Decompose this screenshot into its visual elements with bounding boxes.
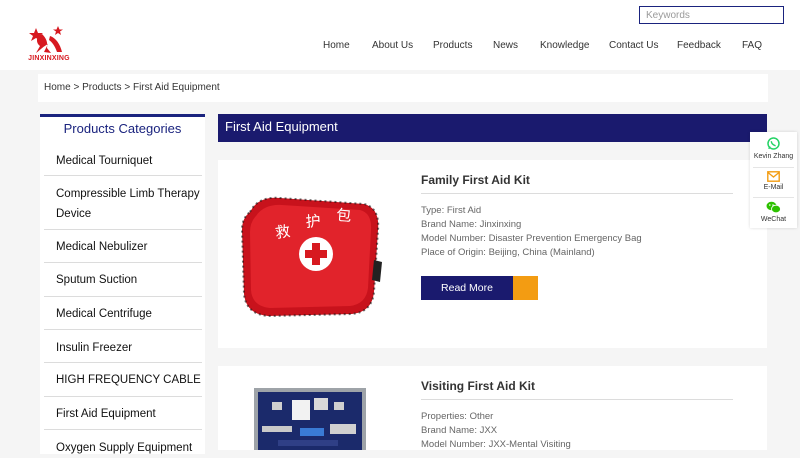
svg-text:包: 包	[336, 206, 352, 225]
category-sidebar: Products Categories Medical Tourniquet C…	[40, 114, 205, 454]
nav-knowledge[interactable]: Knowledge	[540, 40, 589, 51]
contact-wechat[interactable]: WeChat	[750, 200, 797, 226]
breadcrumb-current[interactable]: First Aid Equipment	[133, 82, 220, 93]
section-title: First Aid Equipment	[218, 114, 767, 142]
product-spec: Properties: Other	[421, 411, 494, 422]
sidebar-item-label: Medical Tourniquet	[56, 155, 153, 167]
sidebar-item-label: Medical Centrifuge	[56, 308, 152, 320]
product-card: 救 护 包 Family First Aid Kit Type: First A…	[218, 160, 767, 348]
sidebar-item-label: Sputum Suction	[56, 274, 138, 286]
logo-text: JINXINXING	[28, 55, 70, 62]
breadcrumb-separator: >	[70, 82, 83, 93]
sidebar-item-hf-cable[interactable]: HIGH FREQUENCY CABLE	[44, 363, 202, 397]
sidebar-item-first-aid[interactable]: First Aid Equipment	[44, 397, 202, 430]
product-image-visiting-kit[interactable]	[248, 388, 372, 450]
breadcrumb-products[interactable]: Products	[82, 82, 121, 93]
sidebar-item-label: HIGH FREQUENCY CABLE	[56, 374, 201, 386]
breadcrumb-home[interactable]: Home	[44, 82, 71, 93]
arrow-button[interactable]	[513, 276, 538, 300]
site-header: JINXINXING Home About Us Products News K…	[0, 0, 800, 70]
contact-float-panel: Kevin Zhang E-Mail WeChat	[750, 132, 797, 228]
product-spec: Type: First Aid	[421, 205, 482, 216]
product-spec: Model Number: Disaster Prevention Emerge…	[421, 233, 642, 244]
nav-home[interactable]: Home	[323, 40, 350, 51]
sidebar-item-label: Insulin Freezer	[56, 342, 133, 354]
whatsapp-icon	[767, 137, 780, 150]
sidebar-item-medical-tourniquet[interactable]: Medical Tourniquet	[44, 147, 202, 176]
contact-label: WeChat	[760, 216, 787, 223]
divider	[421, 193, 733, 194]
nav-faq[interactable]: FAQ	[742, 40, 762, 51]
sidebar-item-oxygen-supply[interactable]: Oxygen Supply Equipment	[44, 430, 202, 454]
sidebar-item-nebulizer[interactable]: Medical Nebulizer	[44, 230, 202, 263]
product-spec: Brand Name: Jinxinxing	[421, 219, 522, 230]
product-title[interactable]: Visiting First Aid Kit	[421, 379, 535, 393]
product-spec: Model Number: JXX-Mental Visiting	[421, 439, 571, 450]
sidebar-title: Products Categories	[40, 114, 205, 141]
contact-label: Kevin Zhang	[753, 153, 794, 160]
nav-news[interactable]: News	[493, 40, 518, 51]
product-spec: Place of Origin: Beijing, China (Mainlan…	[421, 247, 595, 258]
contact-email[interactable]: E-Mail	[750, 169, 797, 195]
divider	[753, 167, 794, 168]
divider	[753, 197, 794, 198]
sidebar-item-insulin-freezer[interactable]: Insulin Freezer	[44, 330, 202, 363]
sidebar-item-label: Medical Nebulizer	[56, 241, 148, 253]
search-input[interactable]	[639, 6, 784, 24]
sidebar-item-label: First Aid Equipment	[56, 408, 156, 420]
breadcrumb-separator: >	[121, 82, 133, 93]
nav-feedback[interactable]: Feedback	[677, 40, 721, 51]
read-more-button[interactable]: Read More	[421, 276, 513, 300]
divider	[421, 399, 733, 400]
product-title[interactable]: Family First Aid Kit	[421, 173, 530, 187]
nav-about-us[interactable]: About Us	[372, 40, 413, 51]
sidebar-item-label: Compressible Limb Therapy Device	[56, 188, 200, 220]
sidebar-item-label: Oxygen Supply Equipment	[56, 442, 193, 454]
main-nav: Home About Us Products News Knowledge Co…	[0, 40, 800, 54]
wechat-icon	[766, 201, 781, 214]
svg-text:护: 护	[305, 212, 321, 231]
svg-text:救: 救	[274, 222, 291, 242]
mail-icon	[767, 171, 780, 182]
sidebar-item-compressible-limb[interactable]: Compressible Limb Therapy Device	[44, 176, 202, 230]
contact-label: E-Mail	[763, 184, 784, 191]
sidebar-item-centrifuge[interactable]: Medical Centrifuge	[44, 297, 202, 330]
product-image-first-aid-bag[interactable]: 救 护 包	[236, 190, 384, 320]
nav-contact-us[interactable]: Contact Us	[609, 40, 658, 51]
nav-products[interactable]: Products	[433, 40, 472, 51]
product-card: Visiting First Aid Kit Properties: Other…	[218, 366, 767, 450]
product-spec: Brand Name: JXX	[421, 425, 498, 436]
contact-whatsapp[interactable]: Kevin Zhang	[750, 137, 797, 165]
sidebar-item-sputum-suction[interactable]: Sputum Suction	[44, 263, 202, 297]
breadcrumb: Home > Products > First Aid Equipment	[38, 74, 768, 102]
